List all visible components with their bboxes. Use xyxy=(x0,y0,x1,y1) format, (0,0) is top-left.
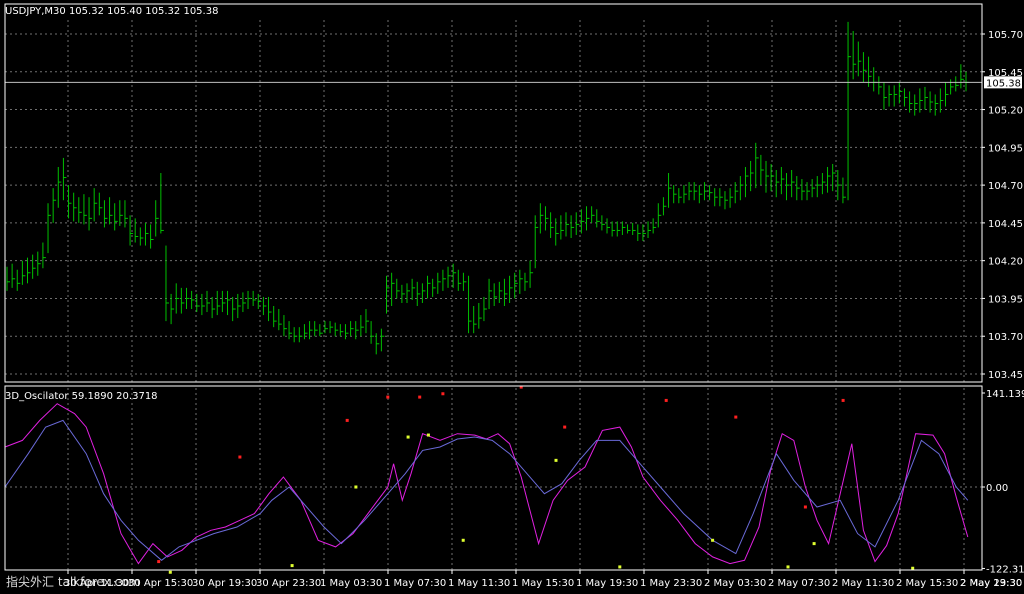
chart-background xyxy=(0,0,1024,594)
time-tick-label: 1 May 03:30 xyxy=(320,578,382,589)
time-tick-label: 1 May 15:30 xyxy=(512,578,574,589)
oscillator-signal-dot-red xyxy=(157,560,161,564)
time-tick-label: 1 May 11:30 xyxy=(448,578,510,589)
oscillator-signal-dot-yellow xyxy=(554,458,558,462)
oscillator-signal-dot-yellow xyxy=(290,564,294,568)
oscillator-signal-dot-yellow xyxy=(911,566,915,570)
time-tick-label: 30 Apr 19:30 xyxy=(192,578,257,589)
oscillator-signal-dot-red xyxy=(441,392,445,396)
price-tick-label: 103.70 xyxy=(988,332,1023,343)
oscillator-signal-dot-yellow xyxy=(786,565,790,569)
oscillator-signal-dot-yellow xyxy=(406,435,410,439)
oscillator-signal-dot-red xyxy=(803,505,807,509)
time-tick-label: 2 May 07:30 xyxy=(768,578,830,589)
oscillator-signal-dot-red xyxy=(664,398,668,402)
time-tick-label: 2 May 11:30 xyxy=(832,578,894,589)
osc-tick-label: -122.3133 xyxy=(986,564,1024,575)
time-tick-label: 1 May 23:30 xyxy=(640,578,702,589)
time-tick-label: 2 May 15:30 xyxy=(896,578,958,589)
oscillator-signal-dot-yellow xyxy=(426,433,430,437)
watermark: 指尖外汇 talkforex.com xyxy=(6,574,140,589)
oscillator-signal-dot-red xyxy=(386,395,390,399)
price-tick-label: 104.70 xyxy=(988,181,1023,192)
price-tick-label: 103.45 xyxy=(988,370,1023,381)
time-tick-label: 2 May 03:30 xyxy=(704,578,766,589)
price-tick-label: 103.95 xyxy=(988,294,1023,305)
osc-tick-label: 0.00 xyxy=(986,483,1008,494)
time-tick-label: 2 May 23:30 xyxy=(960,578,1022,589)
oscillator-signal-dot-yellow xyxy=(168,570,172,574)
oscillator-signal-dot-yellow xyxy=(354,485,358,489)
price-tick-label: 104.95 xyxy=(988,143,1023,154)
time-tick-label: 1 May 19:30 xyxy=(576,578,638,589)
oscillator-header: 3D_Oscilator 59.1890 20.3718 xyxy=(5,391,158,402)
trading-chart: 105.70105.45105.20104.95104.70104.45104.… xyxy=(0,0,1024,594)
oscillator-signal-dot-red xyxy=(345,418,349,422)
price-header: USDJPY,M30 105.32 105.40 105.32 105.38 xyxy=(5,6,218,17)
price-tick-label: 105.70 xyxy=(988,30,1023,41)
oscillator-signal-dot-red xyxy=(734,415,738,419)
current-price-tag: 105.38 xyxy=(984,76,1022,89)
current-price-label: 105.38 xyxy=(986,78,1021,89)
oscillator-signal-dot-yellow xyxy=(618,565,622,569)
price-tick-label: 105.20 xyxy=(988,106,1023,117)
oscillator-signal-dot-yellow xyxy=(461,538,465,542)
oscillator-signal-dot-yellow xyxy=(711,538,715,542)
osc-tick-label: 141.1396 xyxy=(986,389,1024,400)
oscillator-signal-dot-red xyxy=(418,395,422,399)
oscillator-signal-dot-red xyxy=(841,398,845,402)
price-tick-label: 104.20 xyxy=(988,257,1023,268)
oscillator-signal-dot-red xyxy=(563,425,567,429)
oscillator-signal-dot-red xyxy=(238,455,242,459)
price-tick-label: 104.45 xyxy=(988,219,1023,230)
time-tick-label: 1 May 07:30 xyxy=(384,578,446,589)
time-tick-label: 30 Apr 23:30 xyxy=(256,578,321,589)
oscillator-signal-dot-yellow xyxy=(812,542,816,546)
